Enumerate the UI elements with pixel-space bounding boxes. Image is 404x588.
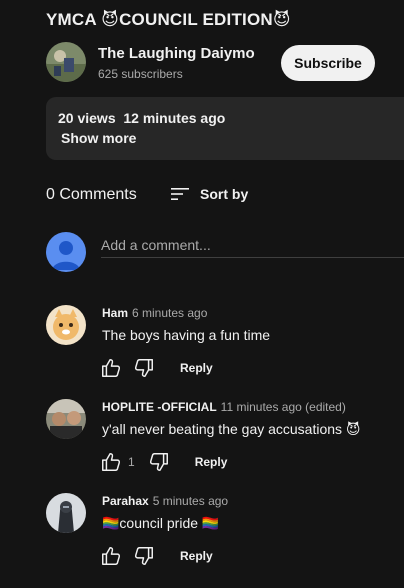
channel-name[interactable]: The Laughing Daiymo <box>98 45 255 62</box>
comment-time: 5 minutes ago <box>152 494 229 508</box>
comment-actions: Reply <box>100 357 213 379</box>
sort-label: Sort by <box>200 186 249 202</box>
dislike-icon[interactable] <box>148 451 170 473</box>
like-count: 1 <box>128 455 135 469</box>
show-more-button[interactable]: Show more <box>61 130 136 146</box>
comment-actions: 1 Reply <box>100 451 227 473</box>
subscriber-count: 625 subscribers <box>98 67 183 81</box>
like-icon[interactable] <box>100 357 122 379</box>
video-title: YMCA 😈COUNCIL EDITION😈 <box>46 10 291 29</box>
comments-count: 0 Comments <box>46 186 137 203</box>
my-avatar <box>46 232 86 272</box>
like-icon[interactable] <box>100 545 122 567</box>
view-and-date-stats: 20 views 12 minutes ago <box>58 110 226 126</box>
comment-author[interactable]: Ham <box>102 306 128 320</box>
reply-button[interactable]: Reply <box>195 455 228 469</box>
reply-button[interactable]: Reply <box>180 549 213 563</box>
add-comment-input[interactable] <box>101 233 404 258</box>
channel-avatar[interactable] <box>46 42 86 82</box>
comment-item: Ham 6 minutes ago The boys having a fun t… <box>46 305 404 385</box>
channel-row: The Laughing Daiymo 625 subscribers Subs… <box>46 42 404 82</box>
commenter-avatar[interactable] <box>46 399 86 439</box>
comment-meta: HOPLITE -OFFICIAL 11 minutes ago (edited) <box>102 400 346 414</box>
reply-button[interactable]: Reply <box>180 361 213 375</box>
comment-text: 🏳️‍🌈council pride 🏳️‍🌈 <box>102 515 220 531</box>
comment-meta: Ham 6 minutes ago <box>102 306 207 320</box>
comment-text: The boys having a fun time <box>102 327 271 343</box>
sort-icon <box>171 188 189 200</box>
comment-item: Parahax 5 minutes ago 🏳️‍🌈council pride 🏳… <box>46 493 404 573</box>
sort-button[interactable]: Sort by <box>171 184 248 204</box>
comment-text: y'all never beating the gay accusations … <box>102 421 361 437</box>
subscribe-button[interactable]: Subscribe <box>281 45 375 81</box>
comment-author[interactable]: Parahax <box>102 494 149 508</box>
commenter-avatar[interactable] <box>46 305 86 345</box>
dislike-icon[interactable] <box>133 545 155 567</box>
description-box[interactable]: 20 views 12 minutes ago Show more <box>46 97 404 160</box>
comment-item: HOPLITE -OFFICIAL 11 minutes ago (edited)… <box>46 399 404 479</box>
comment-author[interactable]: HOPLITE -OFFICIAL <box>102 400 217 414</box>
comment-time: 6 minutes ago <box>132 306 208 320</box>
comment-actions: Reply <box>100 545 213 567</box>
comment-meta: Parahax 5 minutes ago <box>102 494 228 508</box>
comment-time: 11 minutes ago (edited) <box>220 400 346 414</box>
dislike-icon[interactable] <box>133 357 155 379</box>
like-icon[interactable] <box>100 451 122 473</box>
commenter-avatar[interactable] <box>46 493 86 533</box>
